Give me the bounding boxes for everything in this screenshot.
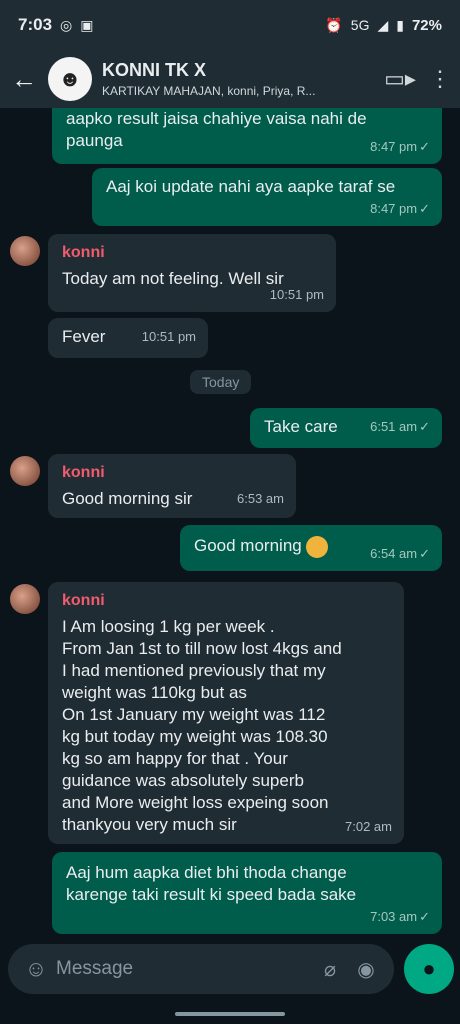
message-time: 6:54 am ✓ <box>370 546 430 561</box>
sun-emoji-icon <box>305 535 328 558</box>
back-arrow-icon[interactable]: ← <box>0 64 48 95</box>
message-time: 7:02 am <box>345 819 392 834</box>
message-incoming[interactable]: konni Good morning sir 6:53 am <box>48 454 296 518</box>
signal-icon: ◢ <box>377 16 389 33</box>
read-check-icon: ✓ <box>419 909 430 924</box>
message-outgoing[interactable]: Take care 6:51 am ✓ <box>250 408 442 448</box>
chat-title-block[interactable]: KONNI TK X KARTIKAY MAHAJAN, konni, Priy… <box>102 60 380 98</box>
microphone-icon[interactable]: ● <box>404 944 454 994</box>
read-check-icon: ✓ <box>419 139 430 154</box>
network-type: 5G <box>350 17 370 33</box>
message-composer: ☺ ⌀ ◉ <box>8 944 394 994</box>
message-incoming[interactable]: konni Today am not feeling. Well sir 10:… <box>48 234 336 312</box>
message-time: 6:53 am <box>237 491 284 506</box>
message-outgoing[interactable]: Aaj hum aapka diet bhi thoda change kare… <box>52 852 442 934</box>
group-avatar[interactable]: ☻ <box>48 57 92 101</box>
sender-avatar[interactable] <box>10 236 40 266</box>
sender-avatar[interactable] <box>10 584 40 614</box>
message-outgoing[interactable]: aapko result jaisa chahiye vaisa nahi de… <box>52 108 442 164</box>
message-time: 10:51 pm <box>269 287 324 302</box>
message-time: 8:47 pm ✓ <box>370 201 430 216</box>
sticker-icon[interactable]: ☺ <box>18 956 54 982</box>
date-separator: Today <box>190 370 252 394</box>
message-incoming[interactable]: Fever 10:51 pm <box>48 318 208 358</box>
read-check-icon: ✓ <box>419 546 430 561</box>
chat-participants: KARTIKAY MAHAJAN, konni, Priya, R... <box>102 84 316 98</box>
sender-name: konni <box>62 464 105 481</box>
message-input[interactable] <box>54 957 312 981</box>
video-call-icon[interactable]: ▭▸ <box>380 66 420 92</box>
camera-icon[interactable]: ◉ <box>348 957 384 982</box>
message-time: 10:51 pm <box>141 329 196 344</box>
chat-title: KONNI TK X <box>102 60 207 80</box>
attach-icon[interactable]: ⌀ <box>312 957 348 982</box>
message-text: I Am loosing 1 kg per week . From Jan 1s… <box>62 617 342 834</box>
message-time: 7:03 am ✓ <box>370 909 430 924</box>
message-outgoing[interactable]: Good morning 6:54 am ✓ <box>180 525 442 571</box>
read-check-icon: ✓ <box>419 419 430 434</box>
read-check-icon: ✓ <box>419 201 430 216</box>
battery-icon: ▮ <box>396 16 404 33</box>
message-list[interactable]: aapko result jaisa chahiye vaisa nahi de… <box>0 108 460 938</box>
gesture-nav-bar[interactable] <box>175 1012 285 1016</box>
message-outgoing[interactable]: Aaj koi update nahi aya aapke taraf se 8… <box>92 168 442 226</box>
status-time: 7:03 <box>18 15 53 34</box>
battery-level: 72% <box>411 16 442 34</box>
message-text: Aaj koi update nahi aya aapke taraf se <box>106 177 396 196</box>
chat-header: ← ☻ KONNI TK X KARTIKAY MAHAJAN, konni, … <box>0 50 460 108</box>
message-incoming[interactable]: konni I Am loosing 1 kg per week . From … <box>48 582 404 844</box>
notification-icon: ▣ <box>80 16 94 33</box>
message-text: Aaj hum aapka diet bhi thoda change kare… <box>66 863 357 904</box>
sender-name: konni <box>62 592 105 609</box>
message-time: 6:51 am ✓ <box>370 419 430 434</box>
status-bar: 7:03 ◎ ▣ ⏰ 5G ◢ ▮ 72% <box>0 0 460 50</box>
more-options-icon[interactable]: ⋮ <box>420 66 460 92</box>
alarm-icon: ⏰ <box>325 16 343 33</box>
whatsapp-notification-icon: ◎ <box>60 16 73 33</box>
message-time: 8:47 pm ✓ <box>370 139 430 154</box>
sender-name: konni <box>62 244 105 261</box>
sender-avatar[interactable] <box>10 456 40 486</box>
